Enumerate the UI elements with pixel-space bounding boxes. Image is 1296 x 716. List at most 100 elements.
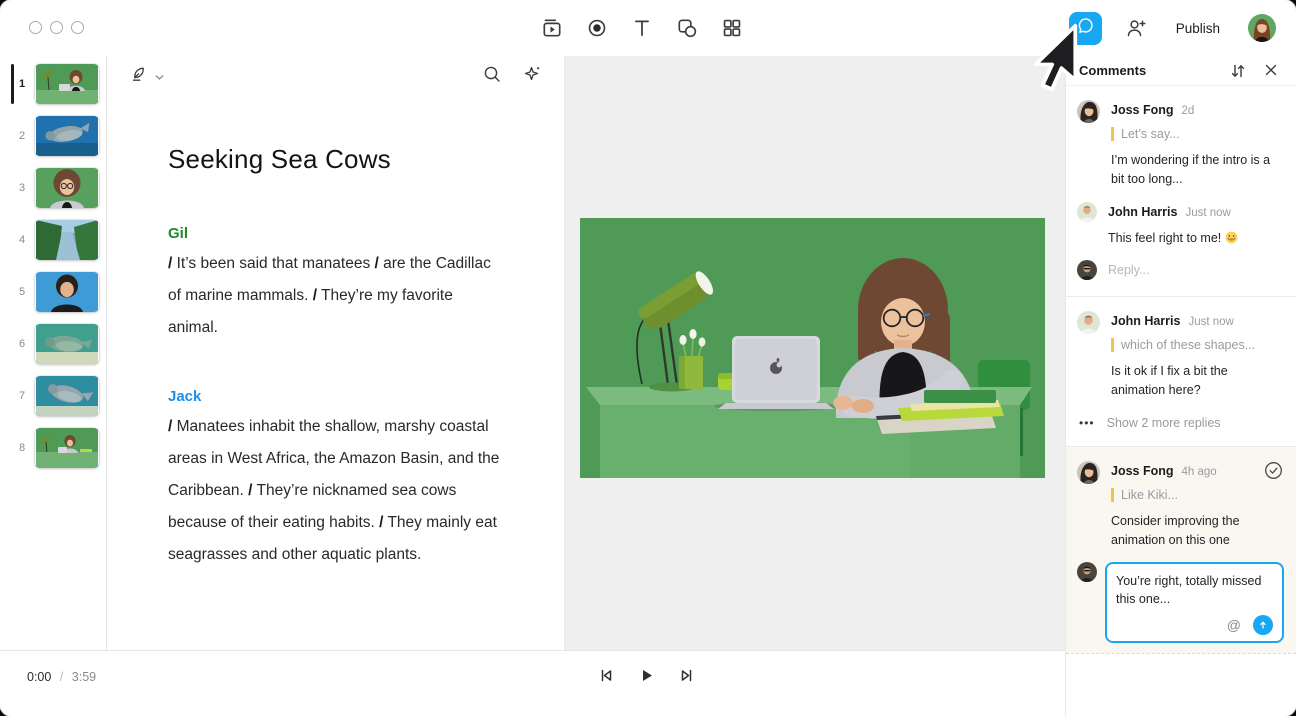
comment-thread[interactable]: Joss Fong4h agoLike Kiki...Consider impr… bbox=[1066, 447, 1296, 653]
script-title[interactable]: Seeking Sea Cows bbox=[168, 144, 524, 175]
skip-to-start-button[interactable] bbox=[596, 665, 616, 685]
scene-number: 1 bbox=[14, 64, 30, 104]
comment-author: John Harris bbox=[1108, 205, 1177, 219]
reply-field[interactable]: Reply... bbox=[1077, 260, 1284, 280]
script-panel: Seeking Sea Cows Gil / It’s been said tha… bbox=[107, 56, 565, 650]
play-button[interactable] bbox=[636, 665, 656, 685]
video-preview[interactable] bbox=[580, 218, 1045, 478]
app-window: Publish 1 2 3 4 5 6 7 8 bbox=[0, 0, 1296, 716]
grinning-face-emoji bbox=[1225, 231, 1238, 244]
center-toolbar bbox=[540, 16, 744, 40]
topbar-right: Publish bbox=[1069, 0, 1276, 56]
time-display: 0:00 / 3:59 bbox=[27, 670, 96, 684]
show-more-replies-button[interactable]: •••Show 2 more replies bbox=[1079, 416, 1284, 430]
script-paragraph[interactable]: / Manatees inhabit the shallow, marshy c… bbox=[168, 411, 504, 571]
resolve-thread-button[interactable] bbox=[1264, 461, 1283, 485]
scene-item-3[interactable]: 3 bbox=[0, 168, 106, 208]
quoted-script-text: which of these shapes... bbox=[1111, 338, 1284, 352]
comments-title: Comments bbox=[1079, 63, 1146, 78]
text-tool-button[interactable] bbox=[630, 16, 654, 40]
scene-thumbnail bbox=[35, 324, 99, 364]
layout-grid-button[interactable] bbox=[720, 16, 744, 40]
comments-panel: Comments Joss Fong2dLet’s say...I’m wond… bbox=[1065, 56, 1296, 716]
ai-actions-button[interactable] bbox=[522, 64, 542, 89]
scene-item-1[interactable]: 1 bbox=[0, 64, 106, 104]
scene-thumbnail bbox=[35, 168, 99, 208]
preview-canvas[interactable] bbox=[565, 56, 1065, 650]
comment-timestamp: 2d bbox=[1182, 105, 1195, 117]
invite-collaborator-button[interactable] bbox=[1124, 16, 1148, 40]
scene-item-2[interactable]: 2 bbox=[0, 116, 106, 156]
comments-toggle-button[interactable] bbox=[1069, 12, 1102, 45]
scene-number: 2 bbox=[14, 116, 30, 156]
shapes-button[interactable] bbox=[675, 16, 699, 40]
scene-item-5[interactable]: 5 bbox=[0, 272, 106, 312]
shapes-icon bbox=[676, 17, 698, 39]
record-icon bbox=[586, 17, 608, 39]
speaker-label[interactable]: Jack bbox=[168, 388, 504, 405]
commenter-avatar bbox=[1077, 311, 1100, 334]
pause-marker: / bbox=[168, 418, 172, 435]
scene-item-4[interactable]: 4 bbox=[0, 220, 106, 260]
comment-author: Joss Fong bbox=[1111, 464, 1174, 478]
scene-thumbnail bbox=[35, 220, 99, 260]
commenter-avatar bbox=[1077, 202, 1097, 222]
pause-marker: / bbox=[168, 255, 172, 272]
more-replies-label: Show 2 more replies bbox=[1107, 416, 1221, 430]
comment-thread[interactable]: John HarrisJust nowwhich of these shapes… bbox=[1066, 297, 1296, 446]
current-user-avatar bbox=[1077, 562, 1097, 582]
mention-button[interactable]: @ bbox=[1227, 618, 1241, 632]
reply-placeholder: Reply... bbox=[1108, 263, 1149, 277]
record-button[interactable] bbox=[585, 16, 609, 40]
scene-number: 8 bbox=[14, 428, 30, 468]
scene-thumbnail bbox=[35, 376, 99, 416]
publish-button[interactable]: Publish bbox=[1176, 21, 1220, 36]
window-close-button[interactable] bbox=[29, 21, 42, 34]
window-minimize-button[interactable] bbox=[50, 21, 63, 34]
scene-item-6[interactable]: 6 bbox=[0, 324, 106, 364]
window-zoom-button[interactable] bbox=[71, 21, 84, 34]
thread-divider-dashed bbox=[1066, 653, 1296, 654]
script-paragraph[interactable]: / It’s been said that manatees / are the… bbox=[168, 248, 504, 344]
duration: 3:59 bbox=[72, 670, 96, 684]
scene-number: 5 bbox=[14, 272, 30, 312]
person-add-icon bbox=[1124, 27, 1148, 44]
chevron-down-icon bbox=[155, 68, 164, 86]
search-icon bbox=[482, 71, 502, 88]
scene-number: 3 bbox=[14, 168, 30, 208]
speaker-label[interactable]: Gil bbox=[168, 225, 504, 242]
quoted-script-text: Like Kiki... bbox=[1111, 488, 1284, 502]
scene-rail: 1 2 3 4 5 6 7 8 bbox=[0, 56, 107, 650]
playback-bar: 0:00 / 3:59 bbox=[0, 650, 1065, 716]
skip-to-end-button[interactable] bbox=[676, 665, 696, 685]
send-reply-button[interactable] bbox=[1253, 615, 1273, 635]
reply-input[interactable]: You’re right, totally missed this one...… bbox=[1105, 562, 1284, 642]
transport-controls bbox=[596, 665, 696, 685]
script-blocks: Gil / It’s been said that manatees / are … bbox=[168, 225, 524, 571]
reply-compose-row: You’re right, totally missed this one...… bbox=[1077, 562, 1284, 642]
scene-number: 7 bbox=[14, 376, 30, 416]
search-button[interactable] bbox=[482, 64, 502, 89]
commenter-avatar bbox=[1077, 100, 1100, 123]
pause-marker: / bbox=[313, 287, 317, 304]
scene-item-7[interactable]: 7 bbox=[0, 376, 106, 416]
write-mode-button[interactable] bbox=[129, 64, 164, 89]
comment-timestamp: Just now bbox=[1185, 207, 1230, 219]
window-controls bbox=[29, 21, 84, 34]
current-time: 0:00 bbox=[27, 670, 51, 684]
user-avatar[interactable] bbox=[1248, 14, 1276, 42]
scene-item-8[interactable]: 8 bbox=[0, 428, 106, 468]
sparkle-icon bbox=[522, 71, 542, 88]
scene-thumbnail bbox=[35, 116, 99, 156]
quoted-script-text: Let’s say... bbox=[1111, 127, 1284, 141]
close-comments-button[interactable] bbox=[1262, 61, 1280, 84]
top-toolbar: Publish bbox=[0, 0, 1296, 57]
sort-comments-button[interactable] bbox=[1228, 61, 1248, 86]
media-player-button[interactable] bbox=[540, 16, 564, 40]
media-player-icon bbox=[541, 17, 563, 39]
commenter-avatar bbox=[1077, 461, 1100, 484]
comment: John Harris Just now This feel right to me… bbox=[1077, 202, 1284, 248]
comment-thread[interactable]: Joss Fong2dLet’s say...I’m wondering if … bbox=[1066, 86, 1296, 296]
comment-text: This feel right to me! bbox=[1108, 229, 1280, 248]
comment-author: John Harris bbox=[1111, 314, 1180, 328]
